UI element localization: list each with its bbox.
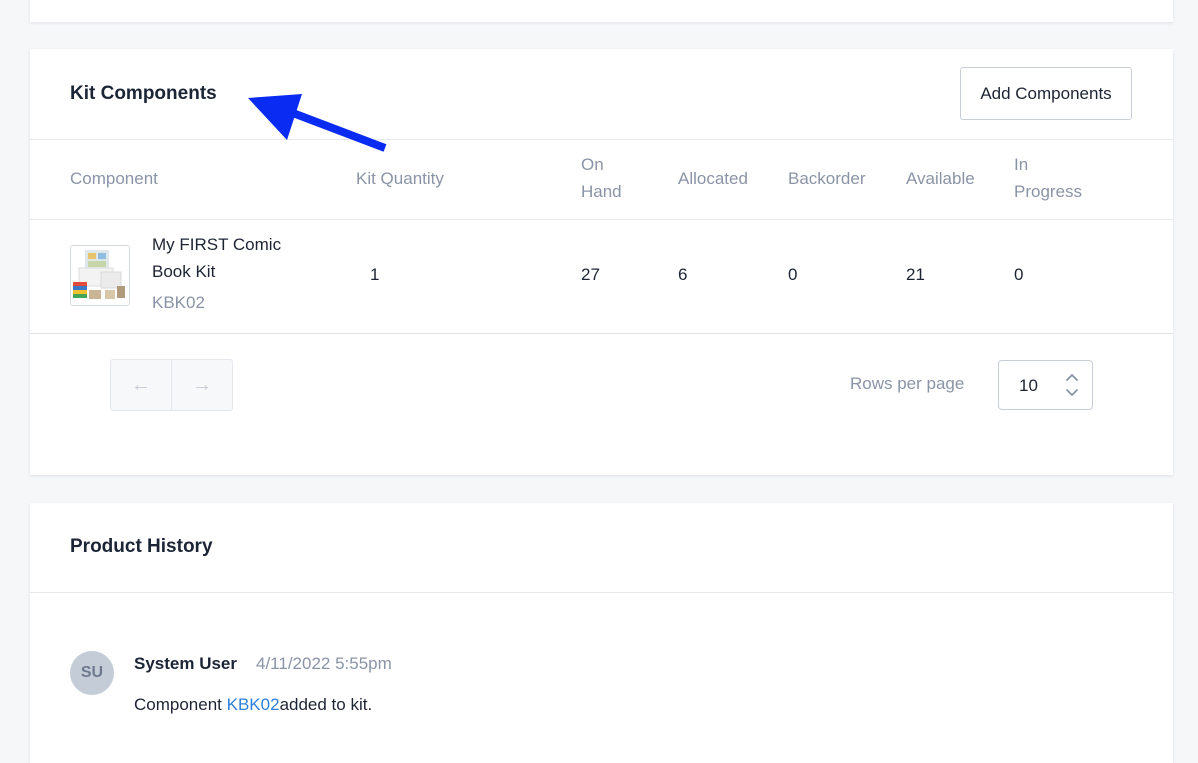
cell-available: 21 [906,265,925,284]
component-sku-link[interactable]: KBK02 [227,695,280,714]
column-header-backorder[interactable]: Backorder [788,165,865,192]
column-header-available[interactable]: Available [906,165,975,192]
pagination-controls: ← → [110,359,233,411]
rows-per-page-select[interactable]: 10 [998,360,1093,410]
component-name-link[interactable]: My FIRST Comic Book Kit [152,231,312,285]
cell-in-progress: 0 [1014,265,1024,284]
history-message: Component KBK02added to kit. [134,695,373,714]
history-timestamp: 4/11/2022 5:55pm [256,654,392,673]
cell-allocated: 6 [678,265,688,284]
history-author: System User [134,654,238,673]
column-header-on-hand[interactable]: On Hand [581,151,641,205]
cell-kit-quantity: 1 [370,265,380,284]
column-header-allocated[interactable]: Allocated [678,165,748,192]
kit-components-card: Kit Components Add Components Component … [30,49,1173,475]
add-components-button[interactable]: Add Components [960,67,1132,120]
column-header-in-progress[interactable]: In Progress [1014,151,1104,205]
product-history-title: Product History [70,536,213,557]
divider [30,333,1173,334]
product-history-card: Product History SU System User 4/11/2022… [30,503,1173,763]
stepper-chevrons-icon [1066,374,1078,396]
column-header-component[interactable]: Component [70,165,158,192]
divider [30,139,1173,140]
previous-page-button[interactable]: ← [111,360,171,410]
component-thumbnail[interactable] [70,245,130,306]
arrow-left-icon: ← [131,373,151,396]
rows-per-page-value: 10 [1019,376,1038,395]
divider [30,219,1173,220]
cell-backorder: 0 [788,265,798,284]
component-sku: KBK02 [152,293,205,312]
next-page-button[interactable]: → [171,360,232,410]
divider [30,592,1173,593]
previous-section-card [30,0,1173,22]
column-header-kit-quantity[interactable]: Kit Quantity [356,165,444,192]
annotation-arrow-icon [248,94,387,152]
cell-on-hand: 27 [581,265,600,284]
kit-components-title: Kit Components [70,83,217,104]
rows-per-page-label: Rows per page [850,374,965,393]
avatar: SU [70,651,114,695]
arrow-right-icon: → [192,373,212,396]
